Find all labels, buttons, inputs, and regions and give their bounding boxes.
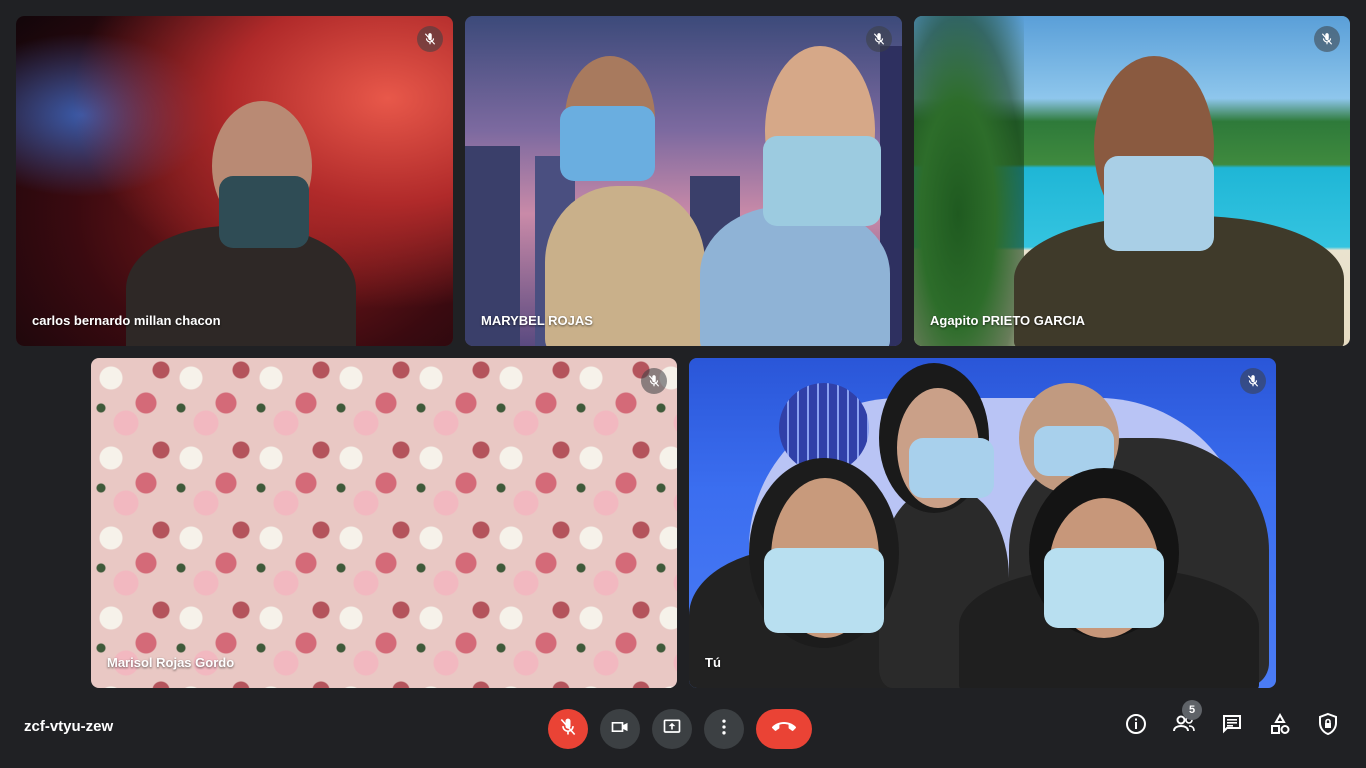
shield-lock-icon bbox=[1316, 712, 1340, 741]
participant-tile[interactable]: carlos bernardo millan chacon bbox=[16, 16, 453, 346]
chat-icon bbox=[1220, 712, 1244, 741]
mic-off-icon bbox=[1314, 26, 1340, 52]
participant-name: carlos bernardo millan chacon bbox=[32, 313, 221, 328]
participant-name: MARYBEL ROJAS bbox=[481, 313, 593, 328]
call-end-icon bbox=[772, 715, 796, 744]
participant-name: Agapito PRIETO GARCIA bbox=[930, 313, 1086, 328]
people-button[interactable]: 5 bbox=[1172, 700, 1202, 738]
participant-figure bbox=[700, 206, 890, 346]
more-options-button[interactable] bbox=[704, 709, 744, 749]
participant-tile[interactable]: Agapito PRIETO GARCIA bbox=[914, 16, 1350, 346]
activities-icon bbox=[1268, 712, 1292, 741]
mic-off-icon bbox=[1240, 368, 1266, 394]
mic-toggle-button[interactable] bbox=[548, 709, 588, 749]
palm-foliage bbox=[914, 16, 1024, 346]
mic-off-icon bbox=[558, 717, 578, 742]
participant-tile[interactable]: MARYBEL ROJAS bbox=[465, 16, 902, 346]
mic-off-icon bbox=[866, 26, 892, 52]
chat-button[interactable] bbox=[1220, 714, 1244, 738]
present-now-button[interactable] bbox=[652, 709, 692, 749]
video-feed bbox=[91, 358, 677, 688]
more-vert-icon bbox=[714, 717, 734, 742]
host-controls-button[interactable] bbox=[1316, 712, 1340, 741]
face-mask bbox=[763, 136, 881, 226]
meeting-code[interactable]: zcf-vtyu-zew bbox=[24, 718, 113, 735]
mic-off-icon bbox=[641, 368, 667, 394]
participant-count-badge: 5 bbox=[1182, 700, 1202, 720]
side-controls: 5 bbox=[1124, 700, 1340, 741]
videocam-icon bbox=[610, 717, 630, 742]
video-grid: carlos bernardo millan chacon MARYBEL RO… bbox=[0, 0, 1366, 696]
leave-call-button[interactable] bbox=[756, 709, 812, 749]
self-view-tile[interactable]: Tú bbox=[689, 358, 1276, 688]
face-mask bbox=[1044, 548, 1164, 628]
face-mask bbox=[1104, 156, 1214, 251]
participant-name: Marisol Rojas Gordo bbox=[107, 655, 235, 670]
face-mask bbox=[219, 176, 309, 248]
bottom-toolbar: zcf-vtyu-zew 5 bbox=[0, 696, 1366, 768]
present-screen-icon bbox=[662, 717, 682, 742]
mic-off-icon bbox=[417, 26, 443, 52]
activities-button[interactable] bbox=[1268, 712, 1292, 741]
meeting-details-button[interactable] bbox=[1124, 712, 1148, 741]
camera-toggle-button[interactable] bbox=[600, 709, 640, 749]
face-mask bbox=[560, 106, 655, 181]
face-mask bbox=[764, 548, 884, 633]
participant-name: Tú bbox=[705, 655, 721, 670]
participant-tile[interactable]: Marisol Rojas Gordo bbox=[91, 358, 677, 688]
call-controls bbox=[548, 709, 812, 749]
face-mask bbox=[909, 438, 994, 498]
info-icon bbox=[1124, 712, 1148, 741]
